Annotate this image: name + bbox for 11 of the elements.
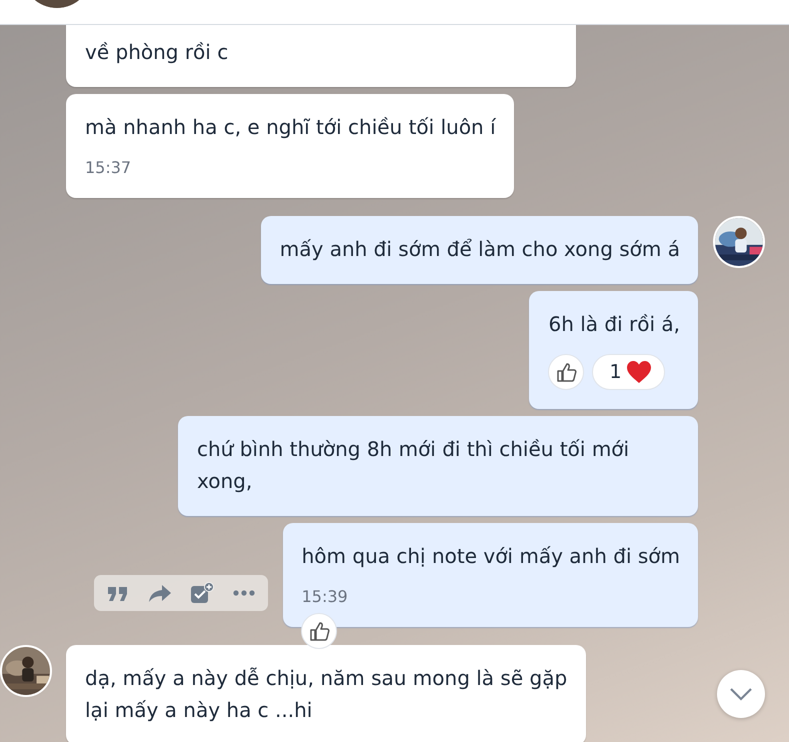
message-text: chứ bình thường 8h mới đi thì chiều tối mới xong, (197, 436, 630, 495)
reaction-pill[interactable]: 1 (592, 354, 665, 390)
message-text: mà nhanh ha c, e nghĩ tới chiều tối luôn í (85, 114, 496, 141)
message-text: hôm qua chị note với mấy anh đi sớm (302, 543, 680, 570)
message-time: 15:37 (85, 157, 132, 179)
message-time: 15:39 (302, 586, 349, 608)
message-text: mấy anh đi sớm để làm cho xong sớm á (280, 236, 680, 263)
reaction-count: 1 (609, 360, 622, 385)
message-text: dạ, mấy a này dễ chịu, năm sau mong là sẽ gặp lại mấy a này ha c ...hi (85, 665, 568, 724)
message-text: 6h là đi rồi á, (548, 311, 680, 338)
message-text: về phòng rồi c (85, 39, 230, 66)
